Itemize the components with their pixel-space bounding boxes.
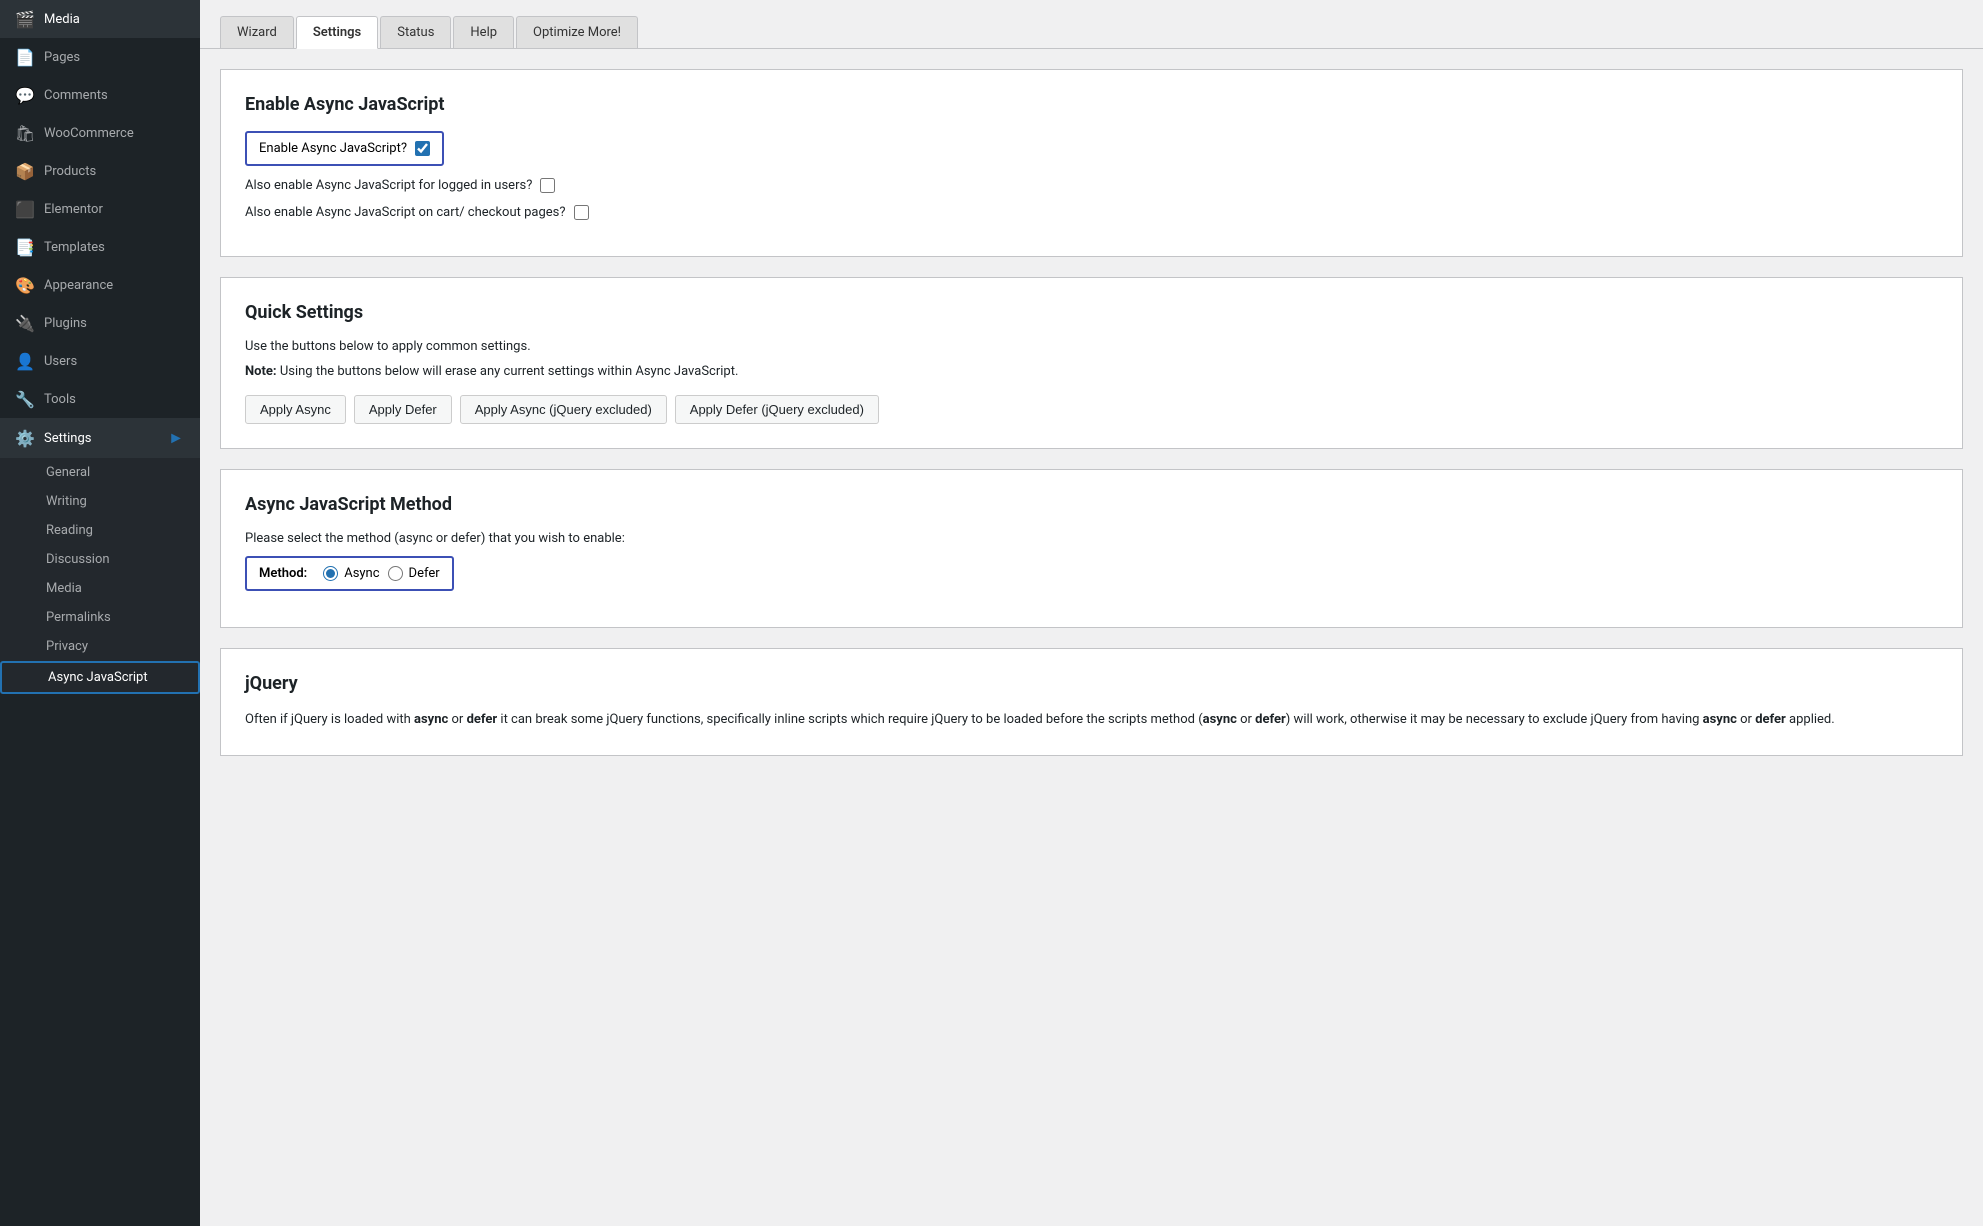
enable-async-cart-text: Also enable Async JavaScript on cart/ ch… — [245, 205, 566, 220]
enable-async-logged-label[interactable]: Also enable Async JavaScript for logged … — [245, 178, 555, 193]
note-bold: Note: — [245, 364, 277, 379]
sidebar-item-woocommerce[interactable]: 🛍 WooCommerce — [0, 114, 200, 152]
async-method-options-box: Method: Async Defer — [245, 556, 454, 591]
tab-optimize-more[interactable]: Optimize More! — [516, 16, 638, 48]
async-method-desc: Please select the method (async or defer… — [245, 531, 1938, 546]
sidebar-item-media[interactable]: 🎬 Media — [0, 0, 200, 38]
tab-wizard[interactable]: Wizard — [220, 16, 294, 48]
note-text-content: Using the buttons below will erase any c… — [280, 364, 739, 379]
sidebar-item-elementor[interactable]: ⬛ Elementor — [0, 190, 200, 228]
plugins-icon: 🔌 — [16, 314, 34, 332]
enable-async-checkbox[interactable] — [415, 141, 430, 156]
content-area: Enable Async JavaScript Enable Async Jav… — [200, 49, 1983, 796]
sidebar-item-templates[interactable]: 📑 Templates — [0, 228, 200, 266]
sidebar-item-pages[interactable]: 📄 Pages — [0, 38, 200, 76]
sidebar-item-settings[interactable]: ⚙️ Settings ► — [0, 418, 200, 458]
users-icon: 👤 — [16, 352, 34, 370]
sidebar: 🎬 Media 📄 Pages 💬 Comments 🛍 WooCommerce… — [0, 0, 200, 1226]
submenu-item-permalinks[interactable]: Permalinks — [0, 603, 200, 632]
sidebar-item-comments[interactable]: 💬 Comments — [0, 76, 200, 114]
enable-async-logged-checkbox[interactable] — [540, 178, 555, 193]
sidebar-item-appearance[interactable]: 🎨 Appearance — [0, 266, 200, 304]
products-icon: 📦 — [16, 162, 34, 180]
submenu-item-general[interactable]: General — [0, 458, 200, 487]
enable-async-cart-checkbox[interactable] — [574, 205, 589, 220]
sidebar-item-products[interactable]: 📦 Products — [0, 152, 200, 190]
elementor-icon: ⬛ — [16, 200, 34, 218]
submenu-item-writing[interactable]: Writing — [0, 487, 200, 516]
sidebar-item-tools[interactable]: 🔧 Tools — [0, 380, 200, 418]
quick-settings-buttons: Apply Async Apply Defer Apply Async (jQu… — [245, 395, 1938, 424]
tools-icon: 🔧 — [16, 390, 34, 408]
method-defer-radio[interactable] — [388, 566, 403, 581]
submenu-item-privacy[interactable]: Privacy — [0, 632, 200, 661]
appearance-icon: 🎨 — [16, 276, 34, 294]
submenu-item-reading[interactable]: Reading — [0, 516, 200, 545]
submenu-item-media[interactable]: Media — [0, 574, 200, 603]
section-async-method: Async JavaScript Method Please select th… — [220, 469, 1963, 628]
method-async-label[interactable]: Async — [344, 566, 379, 581]
media-icon: 🎬 — [16, 10, 34, 28]
sidebar-item-label: Appearance — [44, 278, 113, 293]
jquery-description: Often if jQuery is loaded with async or … — [245, 710, 1938, 731]
settings-submenu: General Writing Reading Discussion Media… — [0, 458, 200, 694]
method-defer-option[interactable]: Defer — [388, 566, 440, 581]
sidebar-item-label: Media — [44, 12, 80, 27]
quick-settings-note: Note: Using the buttons below will erase… — [245, 364, 1938, 379]
enable-async-cart-row: Also enable Async JavaScript on cart/ ch… — [245, 205, 1938, 220]
sidebar-item-label: WooCommerce — [44, 126, 134, 141]
method-label: Method: — [259, 566, 307, 581]
enable-async-cart-label[interactable]: Also enable Async JavaScript on cart/ ch… — [245, 205, 589, 220]
woocommerce-icon: 🛍 — [16, 124, 34, 142]
sidebar-item-label: Tools — [44, 392, 76, 407]
method-async-option[interactable]: Async — [323, 566, 379, 581]
apply-defer-jquery-button[interactable]: Apply Defer (jQuery excluded) — [675, 395, 879, 424]
quick-settings-desc: Use the buttons below to apply common se… — [245, 339, 1938, 354]
async-method-title: Async JavaScript Method — [245, 494, 1938, 515]
main-content: Wizard Settings Status Help Optimize Mor… — [200, 0, 1983, 1226]
jquery-title: jQuery — [245, 673, 1938, 694]
quick-settings-title: Quick Settings — [245, 302, 1938, 323]
sidebar-item-label: Products — [44, 164, 96, 179]
tab-help[interactable]: Help — [453, 16, 514, 48]
enable-async-main-text: Enable Async JavaScript? — [259, 141, 407, 156]
tabs-bar: Wizard Settings Status Help Optimize Mor… — [200, 0, 1983, 49]
sidebar-item-label: Templates — [44, 240, 105, 255]
method-async-radio[interactable] — [323, 566, 338, 581]
sidebar-item-label: Plugins — [44, 316, 87, 331]
enable-async-main-row: Enable Async JavaScript? — [245, 131, 444, 166]
submenu-item-discussion[interactable]: Discussion — [0, 545, 200, 574]
pages-icon: 📄 — [16, 48, 34, 66]
tab-settings[interactable]: Settings — [296, 16, 378, 49]
sidebar-item-label: Elementor — [44, 202, 103, 217]
sidebar-item-label: Users — [44, 354, 77, 369]
sidebar-item-label: Settings — [44, 431, 91, 446]
enable-async-logged-text: Also enable Async JavaScript for logged … — [245, 178, 532, 193]
apply-async-jquery-button[interactable]: Apply Async (jQuery excluded) — [460, 395, 667, 424]
apply-defer-button[interactable]: Apply Defer — [354, 395, 452, 424]
enable-async-logged-row: Also enable Async JavaScript for logged … — [245, 178, 1938, 193]
sidebar-item-label: Pages — [44, 50, 80, 65]
sidebar-item-label: Comments — [44, 88, 108, 103]
templates-icon: 📑 — [16, 238, 34, 256]
apply-async-button[interactable]: Apply Async — [245, 395, 346, 424]
section-enable-async: Enable Async JavaScript Enable Async Jav… — [220, 69, 1963, 257]
sidebar-item-plugins[interactable]: 🔌 Plugins — [0, 304, 200, 342]
method-defer-label[interactable]: Defer — [409, 566, 440, 581]
section-jquery: jQuery Often if jQuery is loaded with as… — [220, 648, 1963, 756]
settings-arrow-icon: ► — [168, 428, 184, 448]
settings-icon: ⚙️ — [16, 429, 34, 447]
submenu-item-async-javascript[interactable]: Async JavaScript — [0, 661, 200, 694]
enable-async-title: Enable Async JavaScript — [245, 94, 1938, 115]
enable-async-main-label[interactable]: Enable Async JavaScript? — [259, 141, 430, 156]
sidebar-item-users[interactable]: 👤 Users — [0, 342, 200, 380]
section-quick-settings: Quick Settings Use the buttons below to … — [220, 277, 1963, 449]
comments-icon: 💬 — [16, 86, 34, 104]
tab-status[interactable]: Status — [380, 16, 451, 48]
